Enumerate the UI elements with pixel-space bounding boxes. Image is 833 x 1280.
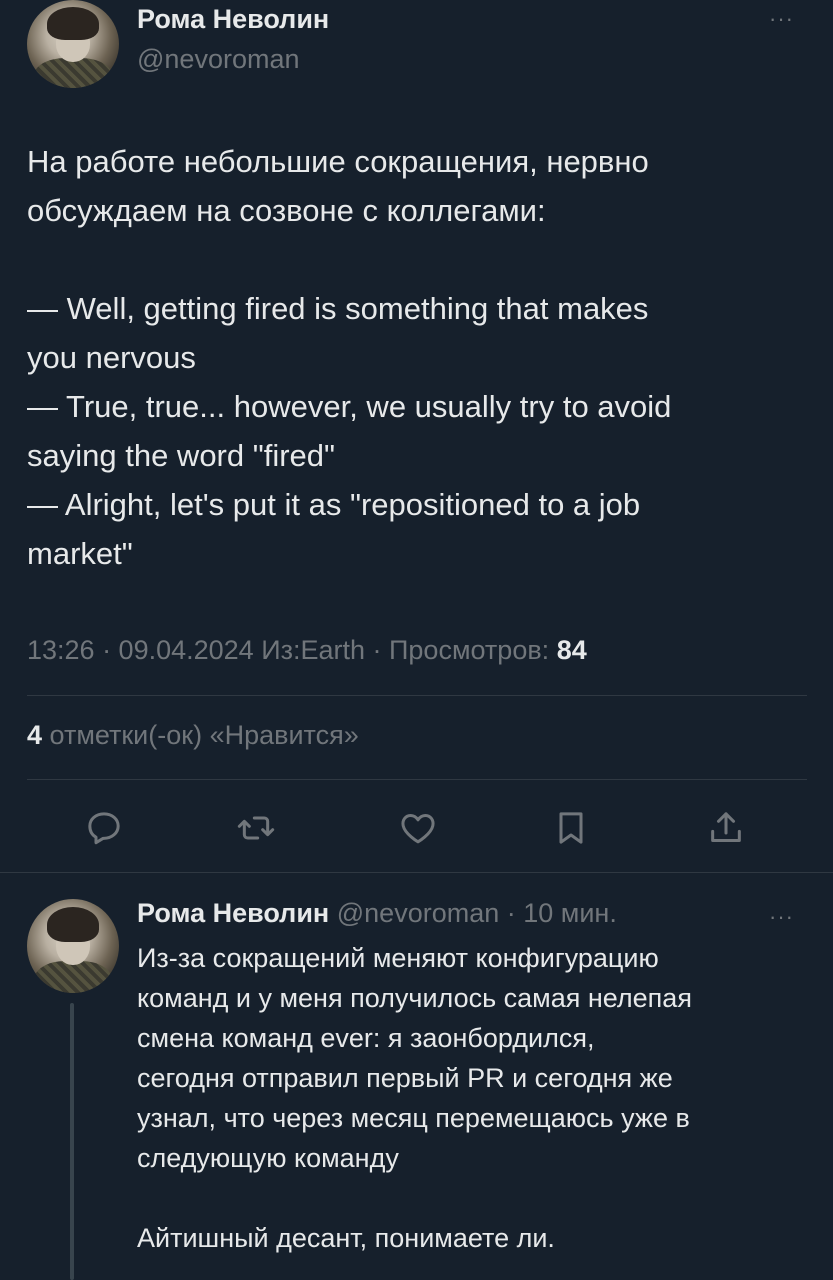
avatar-coat [34, 58, 112, 88]
author-name[interactable]: Рома Неволин [137, 4, 329, 35]
reply-button[interactable] [81, 805, 127, 851]
author-handle[interactable]: @nevoroman [137, 44, 300, 75]
likes-count: 4 [27, 720, 43, 750]
likes-summary[interactable]: 4 отметки(-ок) «Нравится» [27, 720, 359, 751]
more-options-icon[interactable]: ··· [769, 906, 794, 928]
bookmark-button[interactable] [548, 805, 594, 851]
reply-icon [88, 812, 120, 845]
bookmark-icon [559, 812, 583, 844]
avatar-hair [47, 906, 99, 943]
more-options-icon[interactable]: ··· [769, 8, 794, 30]
avatar-hair [47, 7, 99, 41]
heart-icon [401, 814, 435, 844]
like-button[interactable] [395, 805, 441, 851]
reply-author-avatar[interactable] [27, 899, 119, 993]
likes-label: отметки(-ок) «Нравится» [42, 720, 359, 750]
reply-header: Рома Неволин @nevoroman · 10 мин. [137, 898, 617, 929]
thread-line [70, 1003, 74, 1280]
share-button[interactable] [703, 805, 749, 851]
avatar-coat [34, 961, 112, 993]
tweet-meta: 13:26 · 09.04.2024 Из:Earth · Просмотров… [27, 635, 587, 666]
divider [0, 872, 833, 873]
retweet-icon [237, 816, 275, 840]
divider [27, 779, 807, 780]
reply-text: Из-за сокращений меняют конфигурацию ком… [137, 943, 692, 1253]
view-count: 84 [556, 635, 587, 665]
divider [27, 695, 807, 696]
tweet-timestamp-source[interactable]: 13:26 · 09.04.2024 Из:Earth · Просмотров… [27, 635, 557, 665]
share-icon [711, 812, 741, 842]
reply-author-name[interactable]: Рома Неволин [137, 898, 329, 928]
retweet-button[interactable] [233, 805, 279, 851]
tweet-text: На работе небольшие сокращения, нервно о… [27, 144, 672, 571]
reply-handle-time[interactable]: @nevoroman · 10 мин. [329, 898, 617, 928]
author-avatar[interactable] [27, 0, 119, 88]
